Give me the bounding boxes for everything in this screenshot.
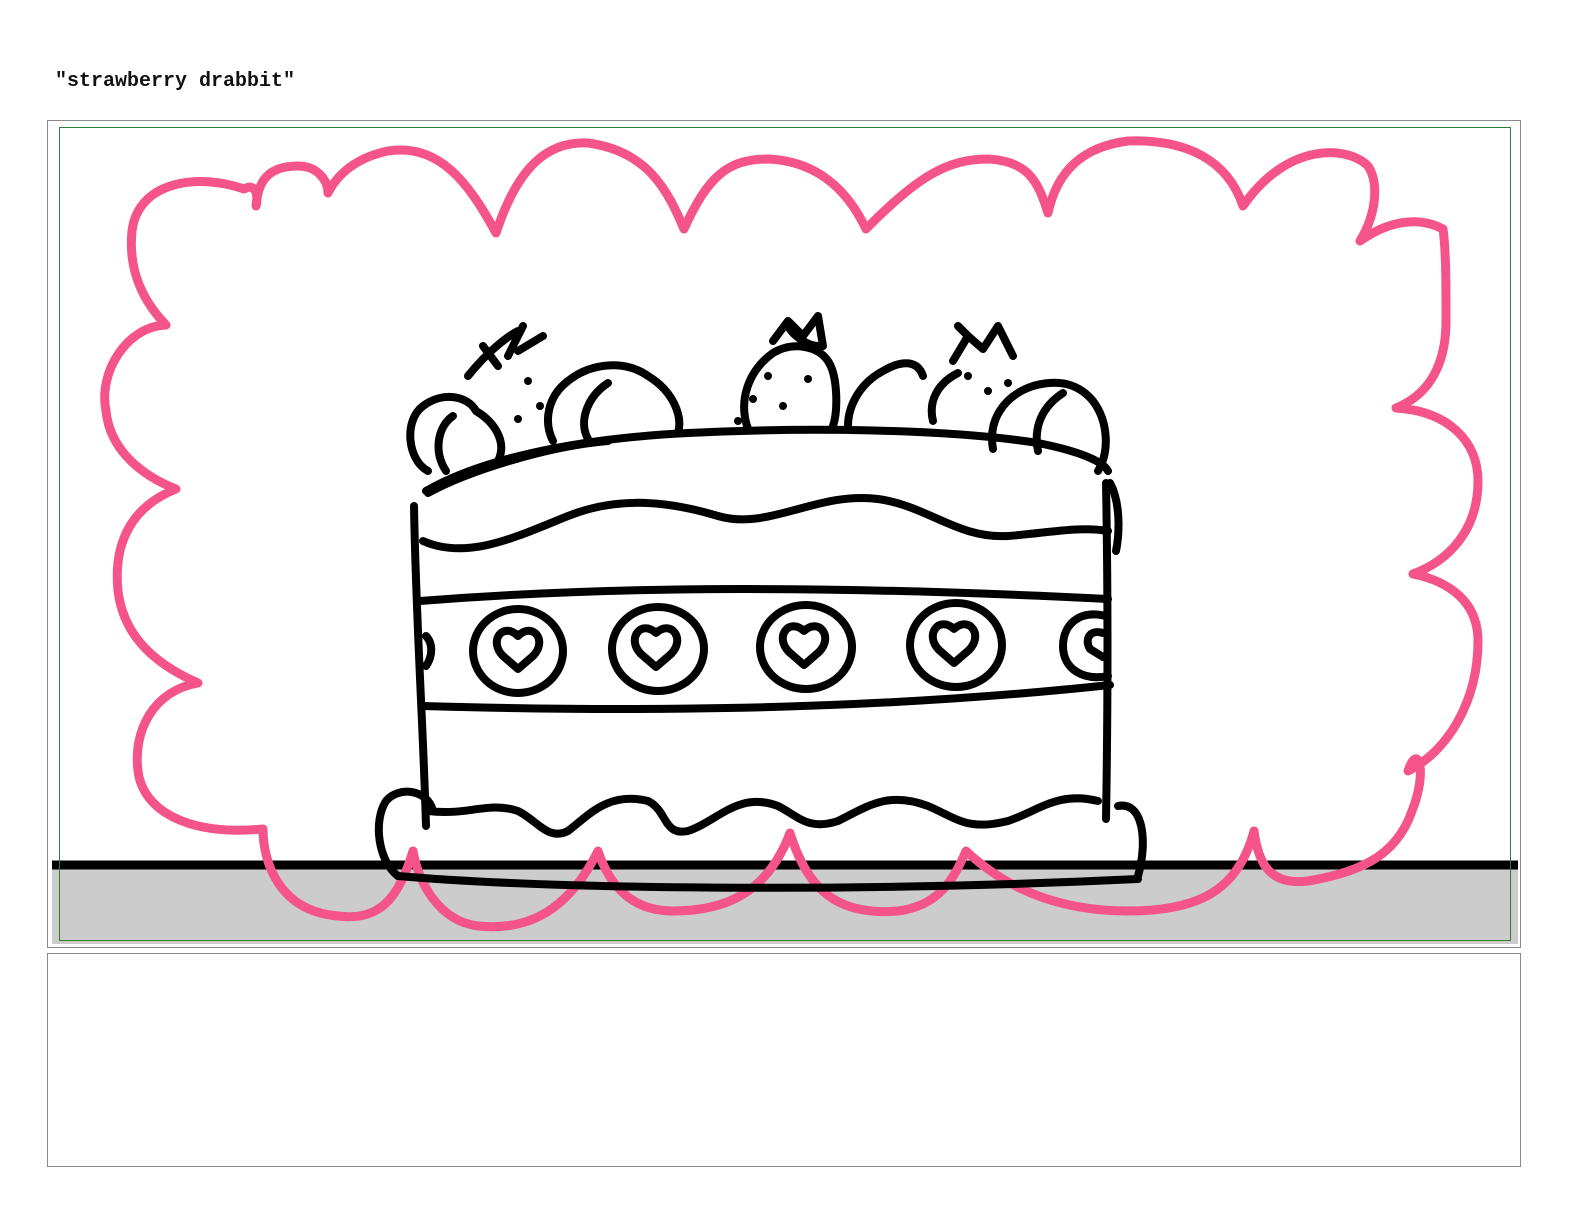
strawberry-slices bbox=[422, 599, 1112, 697]
cake-toppings bbox=[406, 312, 1110, 475]
cake-drawing bbox=[374, 312, 1147, 892]
storyboard-panel[interactable] bbox=[47, 120, 1521, 948]
storyboard-title: "strawberry drabbit" bbox=[55, 70, 296, 93]
panel-notes-box[interactable] bbox=[47, 953, 1521, 1167]
panel-drawing bbox=[52, 136, 1518, 944]
pink-cloud-outline bbox=[100, 136, 1483, 932]
